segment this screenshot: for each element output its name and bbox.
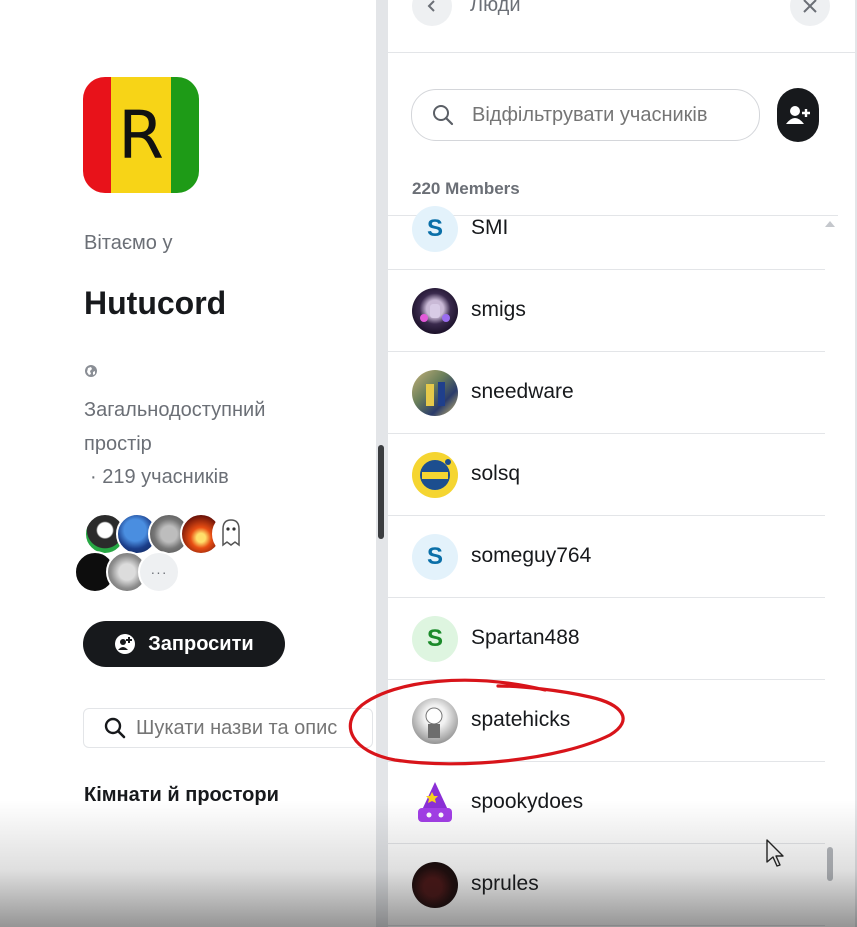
avatar-initial: S (426, 625, 443, 652)
scroll-up-icon[interactable] (825, 221, 835, 227)
people-panel: Люди 220 Members S SMI (388, 0, 857, 927)
space-name: Hutucord (84, 285, 227, 321)
member-name: spatehicks (471, 708, 571, 731)
space-logo: R (83, 77, 199, 193)
avatar-image (425, 707, 443, 738)
search-icon (104, 717, 126, 739)
member-avatar: S (412, 616, 458, 662)
member-name: SMI (471, 216, 509, 239)
member-avatar (412, 862, 458, 908)
invite-button-label: Запросити (148, 632, 254, 655)
member-row[interactable]: spatehicks (388, 680, 825, 762)
member-avatar (412, 780, 458, 826)
scrollbar-thumb[interactable] (827, 847, 833, 881)
welcome-text: Вітаємо у (84, 232, 173, 254)
room-search-field[interactable] (83, 708, 373, 748)
space-home-panel: R Вітаємо у Hutucord Загальнодоступний п… (0, 0, 378, 927)
close-button[interactable] (790, 0, 830, 26)
close-icon (803, 0, 817, 13)
member-avatar: S (412, 534, 458, 580)
logo-stripe-green (171, 77, 199, 193)
panel-title: Люди (470, 0, 521, 16)
member-row[interactable]: spookydoes (388, 762, 825, 844)
chevron-left-icon (427, 0, 435, 12)
more-members-icon[interactable]: ··· (138, 551, 180, 593)
search-icon (433, 105, 454, 126)
member-avatar (212, 513, 254, 555)
member-name: Spartan488 (471, 626, 580, 649)
member-name: someguy764 (471, 544, 592, 567)
member-name: spookydoes (471, 790, 584, 813)
member-filter-input[interactable] (470, 102, 744, 128)
member-row[interactable]: S Spartan488 (388, 598, 825, 680)
ghost-icon (222, 519, 240, 547)
member-row[interactable]: sneedware (388, 352, 825, 434)
member-row[interactable]: solsq (388, 434, 825, 516)
header-divider (388, 52, 855, 53)
member-name: sneedware (471, 380, 574, 403)
member-name: smigs (471, 298, 526, 321)
member-avatar (412, 288, 458, 334)
member-row[interactable]: smigs (388, 270, 825, 352)
visibility-text: Загальнодоступний простір (84, 399, 266, 455)
add-user-icon (786, 106, 810, 124)
avatar-image (420, 459, 451, 490)
avatar-image (420, 304, 450, 322)
member-avatar (412, 452, 458, 498)
member-name: solsq (471, 462, 521, 485)
room-search-input[interactable] (134, 715, 372, 741)
globe-icon (85, 365, 97, 377)
avatar-image (426, 382, 445, 406)
mouse-pointer-icon (766, 839, 784, 867)
members-count[interactable]: · 219 учасників (90, 462, 229, 492)
member-row[interactable]: S SMI (388, 188, 825, 270)
member-row[interactable]: S someguy764 (388, 516, 825, 598)
avatar-initial: S (426, 215, 443, 242)
resize-handle[interactable] (378, 445, 384, 539)
wizard-icon (418, 782, 452, 822)
add-user-icon (115, 634, 136, 654)
member-filter-field[interactable] (411, 89, 760, 141)
member-row[interactable]: sprules (388, 844, 825, 926)
avatar-initial: S (426, 543, 443, 570)
rooms-heading: Кімнати й простори (84, 784, 279, 806)
invite-button[interactable]: Запросити (83, 621, 285, 667)
member-avatar (412, 370, 458, 416)
back-button[interactable] (412, 0, 452, 26)
member-avatar (412, 698, 458, 744)
invite-person-button[interactable] (777, 88, 819, 142)
member-avatar: S (412, 206, 458, 252)
logo-stripe-red (83, 77, 111, 193)
member-name: sprules (471, 872, 539, 895)
logo-letter: R (111, 77, 171, 193)
